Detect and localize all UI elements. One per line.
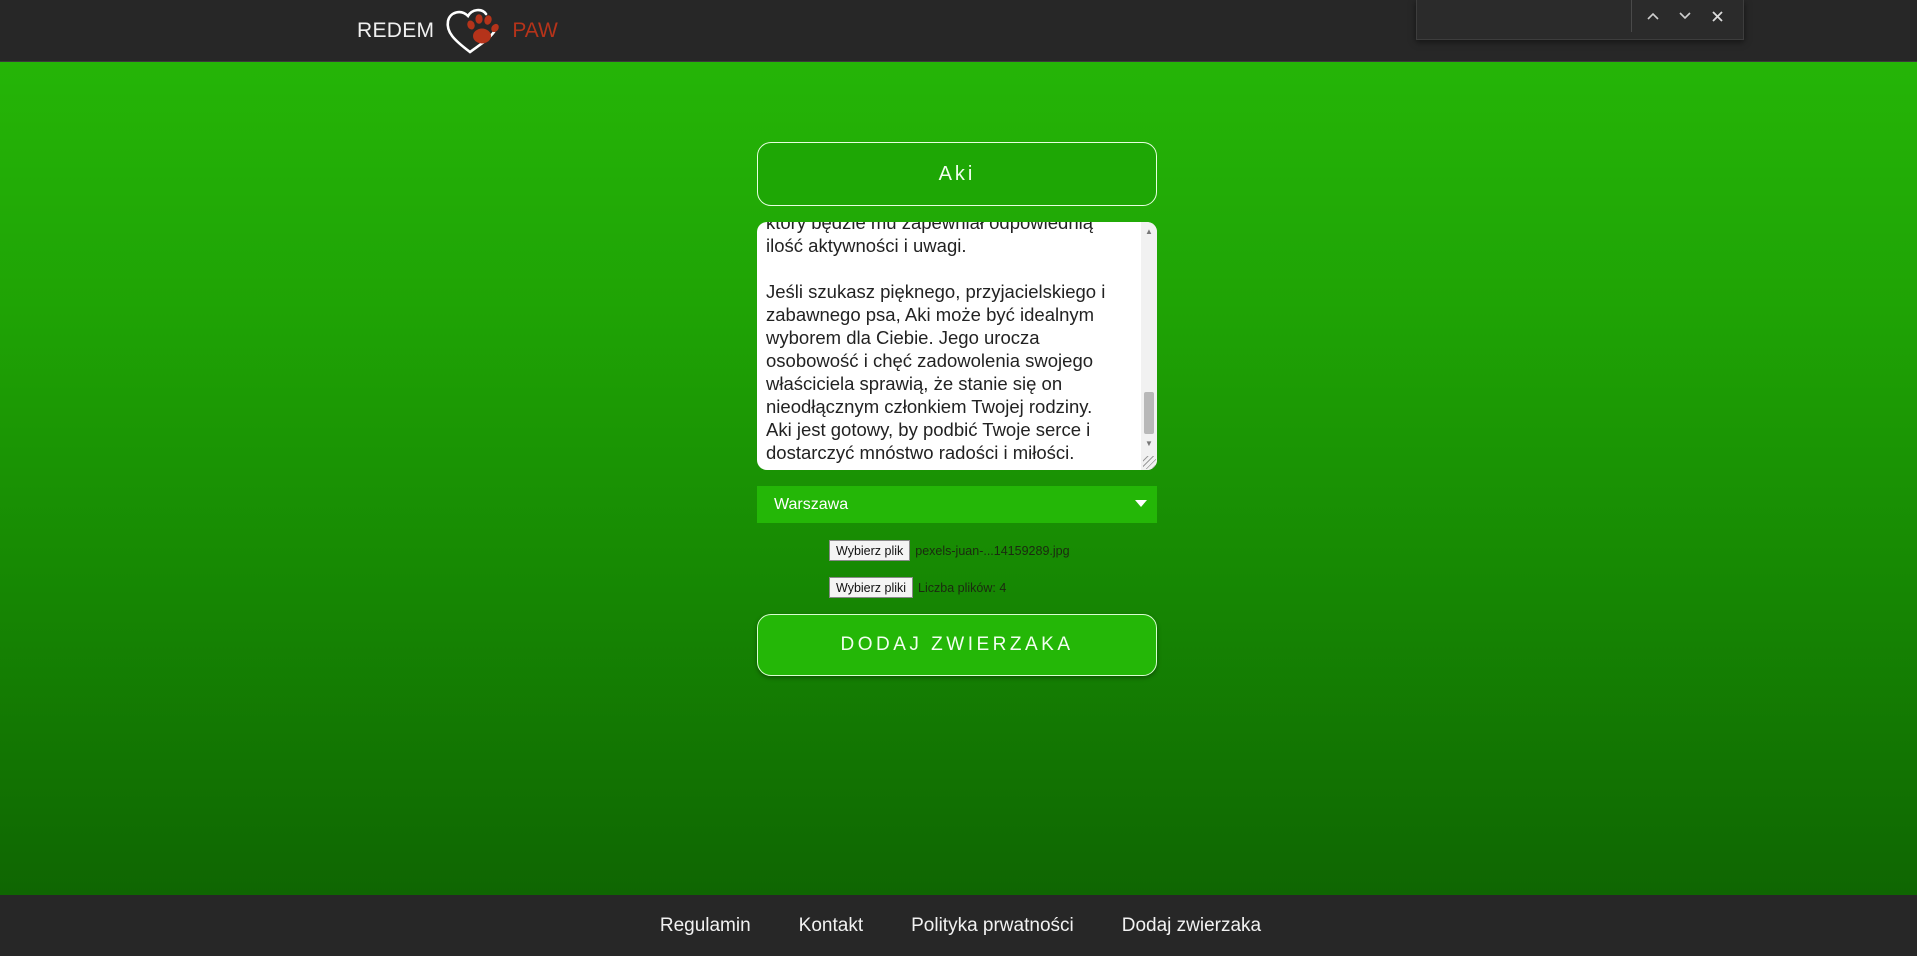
textarea-scrollbar[interactable]: ▲ ▼ — [1141, 222, 1157, 470]
scroll-down-arrow-icon[interactable]: ▼ — [1141, 436, 1157, 450]
brand-logo-link[interactable]: REDEM PAW — [357, 8, 558, 54]
find-in-page-bar — [1416, 0, 1744, 40]
scroll-up-arrow-icon[interactable]: ▲ — [1141, 224, 1157, 238]
add-pet-submit-button[interactable]: DODAJ ZWIERZAKA — [757, 614, 1157, 676]
close-icon — [1711, 10, 1723, 22]
caret-down-icon — [1135, 500, 1147, 507]
gallery-photos-input: Wybierz pliki Liczba plików: 4 — [829, 577, 1006, 598]
pet-description-textarea[interactable]: który będzie mu zapewniał odpowiednią il… — [757, 222, 1157, 470]
choose-file-button[interactable]: Wybierz plik — [829, 540, 911, 561]
chosen-files-count: Liczba plików: 4 — [918, 580, 1007, 595]
find-close-button[interactable] — [1705, 4, 1729, 28]
footer-link-add-pet[interactable]: Dodaj zwierzaka — [1122, 915, 1261, 937]
main-photo-input: Wybierz plik pexels-juan-...14159289.jpg — [829, 540, 1070, 561]
brand-name-right: PAW — [512, 19, 558, 42]
description-text: który będzie mu zapewniał odpowiednią il… — [766, 222, 1106, 463]
find-next-button[interactable] — [1673, 4, 1697, 28]
textarea-resize-handle[interactable] — [1143, 456, 1156, 469]
chevron-down-icon — [1679, 12, 1691, 20]
pet-name-field[interactable]: Aki — [757, 142, 1157, 206]
brand-name-left: REDEM — [357, 19, 435, 42]
heart-paw-logo-icon — [446, 8, 500, 54]
city-select-value: Warszawa — [774, 495, 849, 513]
findbar-divider — [1631, 0, 1632, 32]
find-previous-button[interactable] — [1641, 4, 1665, 28]
scroll-thumb[interactable] — [1144, 392, 1154, 434]
footer-link-terms[interactable]: Regulamin — [660, 915, 751, 937]
footer-links: Regulamin Kontakt Polityka prwatności Do… — [660, 915, 1261, 937]
footer: Regulamin Kontakt Polityka prwatności Do… — [0, 895, 1917, 956]
choose-files-button[interactable]: Wybierz pliki — [829, 577, 914, 598]
footer-link-privacy[interactable]: Polityka prwatności — [911, 915, 1074, 937]
footer-link-contact[interactable]: Kontakt — [799, 915, 863, 937]
city-select[interactable]: Warszawa — [757, 486, 1157, 523]
chosen-file-name: pexels-juan-...14159289.jpg — [915, 543, 1070, 558]
chevron-up-icon — [1647, 12, 1659, 20]
top-navbar: REDEM PAW — [0, 0, 1917, 62]
